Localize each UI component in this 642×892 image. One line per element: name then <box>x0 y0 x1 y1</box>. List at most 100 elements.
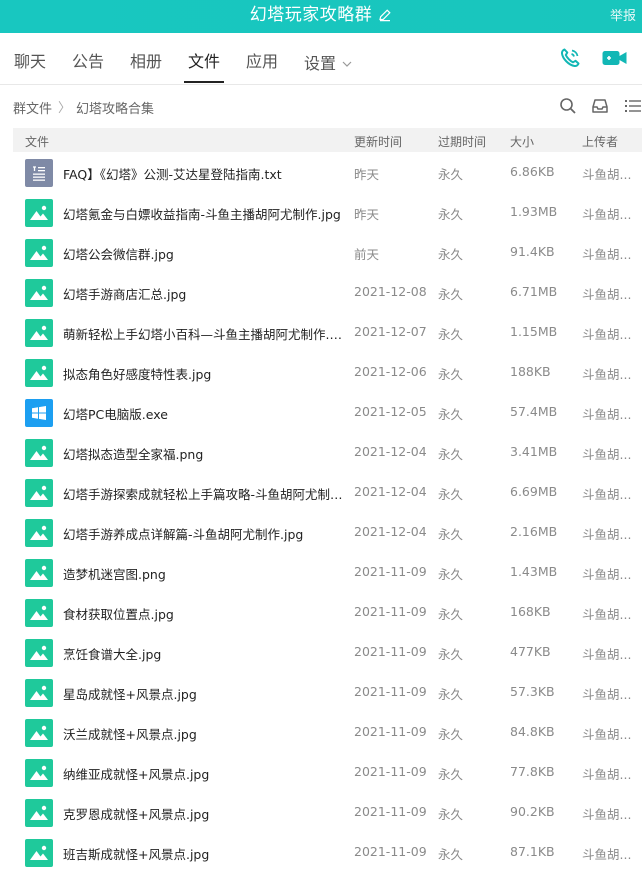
file-name[interactable]: FAQ】《幻塔》公测-艾达星登陆指南.txt <box>63 164 343 183</box>
table-row[interactable]: 幻塔公会微信群.jpg 前天 永久 91.4KB 斗鱼胡... <box>13 232 642 272</box>
tab-files[interactable]: 文件 <box>188 51 220 73</box>
file-name[interactable]: 拟态角色好感度特性表.jpg <box>63 364 343 383</box>
file-name[interactable]: 班吉斯成就怪+风景点.jpg <box>63 844 343 863</box>
file-expire-time: 永久 <box>438 447 464 462</box>
file-expire-time: 永久 <box>438 367 464 382</box>
file-expire-time: 永久 <box>438 167 464 182</box>
file-uploader: 斗鱼胡... <box>582 807 632 822</box>
file-size: 6.86KB <box>510 164 555 179</box>
file-name[interactable]: 幻塔公会微信群.jpg <box>63 244 343 263</box>
table-row[interactable]: 造梦机迷宫图.png 2021-11-09 永久 1.43MB 斗鱼胡... <box>13 552 642 592</box>
report-link[interactable]: 举报 <box>610 5 636 24</box>
active-tab-indicator <box>184 81 224 83</box>
image-file-icon <box>25 639 53 667</box>
file-name[interactable]: 纳维亚成就怪+风景点.jpg <box>63 764 343 783</box>
table-row[interactable]: FAQ】《幻塔》公测-艾达星登陆指南.txt 昨天 永久 6.86KB 斗鱼胡... <box>13 152 642 192</box>
table-row[interactable]: 幻塔手游探索成就轻松上手篇攻略-斗鱼胡阿尤制作.jpg 2021-12-04 永久 6… <box>13 472 642 512</box>
file-name[interactable]: 星岛成就怪+风景点.jpg <box>63 684 343 703</box>
file-name[interactable]: 幻塔氪金与白嫖收益指南-斗鱼主播胡阿尤制作.jpg <box>63 204 343 223</box>
image-file-icon <box>25 839 53 867</box>
inbox-icon[interactable] <box>591 97 609 119</box>
column-header-expire[interactable]: 过期时间 <box>438 133 486 150</box>
file-name[interactable]: 幻塔手游探索成就轻松上手篇攻略-斗鱼胡阿尤制作.jpg <box>63 484 343 503</box>
file-updated-time: 2021-11-09 <box>354 644 427 659</box>
table-row[interactable]: 烹饪食谱大全.jpg 2021-11-09 永久 477KB 斗鱼胡... <box>13 632 642 672</box>
file-expire-time: 永久 <box>438 807 464 822</box>
tab-apps[interactable]: 应用 <box>246 51 278 73</box>
table-row[interactable]: 沃兰成就怪+风景点.jpg 2021-11-09 永久 84.8KB 斗鱼胡... <box>13 712 642 752</box>
file-expire-time: 永久 <box>438 687 464 702</box>
file-name[interactable]: 幻塔手游养成点详解篇-斗鱼胡阿尤制作.jpg <box>63 524 343 543</box>
file-size: 477KB <box>510 644 551 659</box>
group-title-text: 幻塔玩家攻略群 <box>249 5 373 25</box>
table-row[interactable]: 幻塔手游养成点详解篇-斗鱼胡阿尤制作.jpg 2021-12-04 永久 2.16MB… <box>13 512 642 552</box>
file-uploader: 斗鱼胡... <box>582 367 632 382</box>
table-row[interactable]: 幻塔PC电脑版.exe 2021-12-05 永久 57.4MB 斗鱼胡... <box>13 392 642 432</box>
file-expire-time: 永久 <box>438 207 464 222</box>
file-size: 90.2KB <box>510 804 555 819</box>
title-bar: 幻塔玩家攻略群 举报 <box>0 0 642 33</box>
table-row[interactable]: 拟态角色好感度特性表.jpg 2021-12-06 永久 188KB 斗鱼胡... <box>13 352 642 392</box>
file-expire-time: 永久 <box>438 767 464 782</box>
file-expire-time: 永久 <box>438 727 464 742</box>
file-name[interactable]: 幻塔拟态造型全家福.png <box>63 444 343 463</box>
file-expire-time: 永久 <box>438 327 464 342</box>
file-uploader: 斗鱼胡... <box>582 487 632 502</box>
column-header-size[interactable]: 大小 <box>510 133 534 150</box>
edit-icon[interactable] <box>378 5 392 29</box>
file-name[interactable]: 造梦机迷宫图.png <box>63 564 343 583</box>
table-row[interactable]: 星岛成就怪+风景点.jpg 2021-11-09 永久 57.3KB 斗鱼胡... <box>13 672 642 712</box>
file-name[interactable]: 烹饪食谱大全.jpg <box>63 644 343 663</box>
table-row[interactable]: 克罗恩成就怪+风景点.jpg 2021-11-09 永久 90.2KB 斗鱼胡... <box>13 792 642 832</box>
tab-settings[interactable]: 设置 <box>304 51 352 75</box>
breadcrumb-root[interactable]: 群文件 <box>13 98 52 117</box>
file-uploader: 斗鱼胡... <box>582 647 632 662</box>
table-row[interactable]: 食材获取位置点.jpg 2021-11-09 永久 168KB 斗鱼胡... <box>13 592 642 632</box>
file-name[interactable]: 幻塔PC电脑版.exe <box>63 404 343 423</box>
file-uploader: 斗鱼胡... <box>582 327 632 342</box>
column-header-time[interactable]: 更新时间 <box>354 133 402 150</box>
table-row[interactable]: 幻塔氪金与白嫖收益指南-斗鱼主播胡阿尤制作.jpg 昨天 永久 1.93MB 斗鱼胡..… <box>13 192 642 232</box>
file-expire-time: 永久 <box>438 487 464 502</box>
tab-announcements[interactable]: 公告 <box>72 51 104 73</box>
file-name[interactable]: 食材获取位置点.jpg <box>63 604 343 623</box>
tab-album[interactable]: 相册 <box>130 51 162 73</box>
group-title: 幻塔玩家攻略群 <box>0 3 642 29</box>
file-name[interactable]: 沃兰成就怪+风景点.jpg <box>63 724 343 743</box>
phone-call-icon[interactable] <box>558 46 582 74</box>
breadcrumb-separator: 〉 <box>58 101 72 116</box>
chevron-down-icon <box>342 51 352 73</box>
list-view-icon[interactable] <box>624 97 642 119</box>
file-updated-time: 2021-11-09 <box>354 724 427 739</box>
table-row[interactable]: 幻塔手游商店汇总.jpg 2021-12-08 永久 6.71MB 斗鱼胡... <box>13 272 642 312</box>
file-updated-time: 2021-12-04 <box>354 444 427 459</box>
image-file-icon <box>25 439 53 467</box>
file-updated-time: 2021-12-06 <box>354 364 427 379</box>
video-call-icon[interactable] <box>601 46 629 74</box>
file-size: 87.1KB <box>510 844 555 859</box>
column-header-name[interactable]: 文件 <box>25 133 49 150</box>
file-expire-time: 永久 <box>438 647 464 662</box>
file-size: 6.69MB <box>510 484 558 499</box>
search-icon[interactable] <box>559 97 577 119</box>
file-size: 84.8KB <box>510 724 555 739</box>
file-expire-time: 永久 <box>438 247 464 262</box>
table-row[interactable]: 萌新轻松上手幻塔小百科—斗鱼主播胡阿尤制作.jpg 2021-12-07 永久 1.1… <box>13 312 642 352</box>
table-row[interactable]: 班吉斯成就怪+风景点.jpg 2021-11-09 永久 87.1KB 斗鱼胡... <box>13 832 642 872</box>
file-size: 6.71MB <box>510 284 558 299</box>
file-name[interactable]: 幻塔手游商店汇总.jpg <box>63 284 343 303</box>
file-updated-time: 2021-11-09 <box>354 684 427 699</box>
column-header-uploader[interactable]: 上传者 <box>582 133 618 150</box>
table-row[interactable]: 幻塔拟态造型全家福.png 2021-12-04 永久 3.41MB 斗鱼胡... <box>13 432 642 472</box>
tab-chat[interactable]: 聊天 <box>14 51 46 73</box>
table-row[interactable]: 纳维亚成就怪+风景点.jpg 2021-11-09 永久 77.8KB 斗鱼胡... <box>13 752 642 792</box>
file-name[interactable]: 克罗恩成就怪+风景点.jpg <box>63 804 343 823</box>
image-file-icon <box>25 599 53 627</box>
file-uploader: 斗鱼胡... <box>582 207 632 222</box>
file-list: FAQ】《幻塔》公测-艾达星登陆指南.txt 昨天 永久 6.86KB 斗鱼胡... 幻塔… <box>13 152 642 872</box>
file-updated-time: 2021-12-04 <box>354 484 427 499</box>
file-name[interactable]: 萌新轻松上手幻塔小百科—斗鱼主播胡阿尤制作.jpg <box>63 324 343 343</box>
image-file-icon <box>25 359 53 387</box>
file-updated-time: 2021-11-09 <box>354 844 427 859</box>
file-updated-time: 昨天 <box>354 207 380 222</box>
